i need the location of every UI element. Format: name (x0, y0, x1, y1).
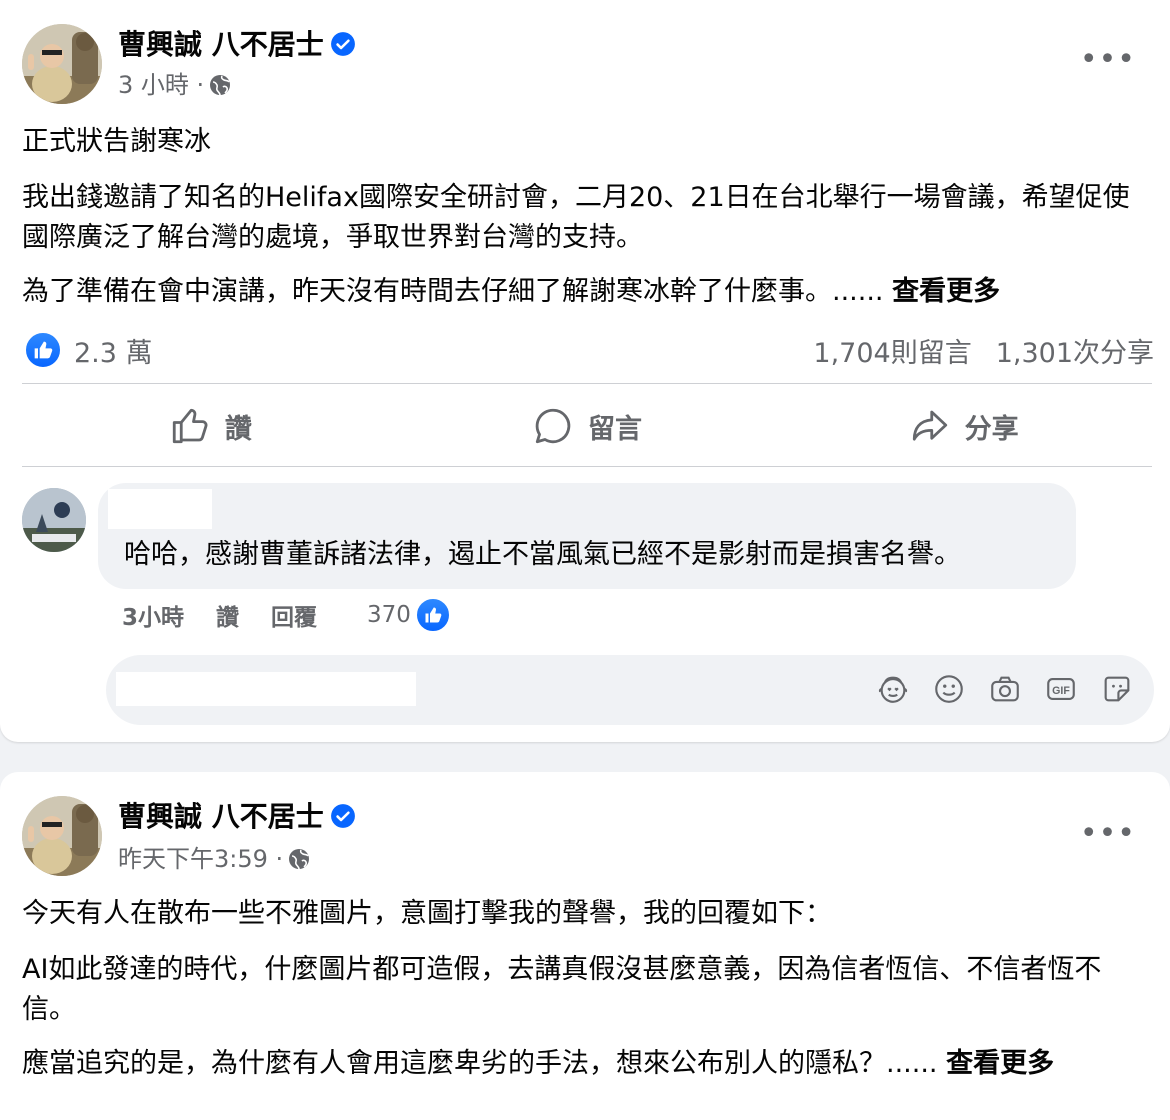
comment-reply-button[interactable]: 回覆 (271, 598, 317, 632)
post-paragraph: 應當追究的是，為什麼有人會用這麼卑劣的手法，想來公布別人的隱私？...... (22, 1048, 938, 1079)
comment-bubble-icon (535, 408, 571, 444)
verified-badge-icon (330, 32, 355, 56)
more-options-icon[interactable]: ••• (1080, 819, 1136, 849)
post-card: 曹興誠 八不居士 昨天下午3:59 · ••• 今天有人在散布一些不雅圖片，意圖… (0, 772, 1170, 1120)
post-paragraph: 我出錢邀請了知名的Helifax國際安全研討會，二月20、21日在台北舉行一場會… (22, 182, 1130, 253)
comment-meta: 3小時 讚 回覆 370 (122, 597, 451, 633)
divider (22, 383, 1152, 384)
see-more-link[interactable]: 查看更多 (892, 276, 1000, 307)
author-name[interactable]: 曹興誠 八不居士 (118, 800, 324, 833)
composer-tools: GIF (876, 672, 1134, 706)
post-timestamp[interactable]: 3 小時 · (118, 71, 204, 99)
commenter-avatar[interactable] (22, 488, 86, 552)
more-options-icon[interactable]: ••• (1080, 45, 1136, 75)
post-paragraph-last: 為了準備在會中演講，昨天沒有時間去仔細了解謝寒冰幹了什麼事。...... 查看更… (22, 272, 1152, 312)
post-card: 曹興誠 八不居士 3 小時 · ••• 正式狀告謝寒冰 我出錢邀請了知名的Hel… (0, 0, 1170, 742)
globe-icon (210, 75, 231, 96)
comment-like-button[interactable]: 讚 (216, 598, 239, 632)
post-paragraph: AI如此發達的時代，什麼圖片都可造假，去講真假沒甚麼意義，因為信者恆信、不信者恆… (22, 954, 1102, 1025)
post-author[interactable]: 曹興誠 八不居士 (118, 800, 356, 834)
verified-badge-icon (330, 804, 355, 828)
gif-icon[interactable]: GIF (1044, 672, 1078, 706)
thumbs-up-icon (172, 408, 208, 444)
avatar-sticker-icon[interactable] (876, 672, 910, 706)
post-timestamp[interactable]: 昨天下午3:59 · (118, 845, 283, 873)
post-meta: 3 小時 · (118, 70, 232, 100)
author-name[interactable]: 曹興誠 八不居士 (118, 28, 324, 61)
post-paragraph-last: 應當追究的是，為什麼有人會用這麼卑劣的手法，想來公布別人的隱私？...... 查… (22, 1044, 1152, 1084)
comments-count-link[interactable]: 1,704則留言 (813, 331, 971, 370)
globe-icon (289, 849, 310, 870)
post-author[interactable]: 曹興誠 八不居士 (118, 28, 356, 62)
redacted-commenter-name (108, 489, 212, 529)
like-reaction-icon (24, 331, 62, 369)
comment-label: 留言 (588, 413, 642, 445)
reactions-summary[interactable]: 2.3 萬 (24, 330, 153, 370)
post-meta: 昨天下午3:59 · (118, 844, 311, 874)
camera-icon[interactable] (988, 672, 1022, 706)
post-paragraph: 正式狀告謝寒冰 (22, 126, 211, 157)
like-reaction-icon[interactable] (414, 597, 451, 633)
comment-timestamp[interactable]: 3小時 (122, 598, 184, 632)
comment-button[interactable]: 留言 (399, 396, 776, 456)
sticker-icon[interactable] (1100, 672, 1134, 706)
post-action-bar: 讚 留言 分享 (22, 396, 1152, 456)
emoji-icon[interactable] (932, 672, 966, 706)
author-avatar[interactable] (22, 24, 102, 104)
comment-like-count: 370 (367, 602, 411, 628)
like-button[interactable]: 讚 (22, 396, 399, 456)
comment-input[interactable] (120, 668, 420, 708)
divider (22, 466, 1152, 467)
share-arrow-icon (912, 410, 947, 441)
post-paragraph: 為了準備在會中演講，昨天沒有時間去仔細了解謝寒冰幹了什麼事。...... (22, 276, 884, 307)
author-avatar[interactable] (22, 796, 102, 876)
shares-count-link[interactable]: 1,301次分享 (996, 331, 1154, 370)
share-button[interactable]: 分享 (775, 396, 1152, 456)
post-paragraph: 今天有人在散布一些不雅圖片，意圖打擊我的聲譽，我的回覆如下： (22, 898, 832, 929)
see-more-link[interactable]: 查看更多 (946, 1048, 1054, 1079)
svg-text:GIF: GIF (1052, 685, 1070, 697)
comment-text: 哈哈，感謝曹董訴諸法律，遏止不當風氣已經不是影射而是損害名譽。 (124, 539, 961, 570)
share-label: 分享 (964, 413, 1019, 445)
engagement-stats: 1,704則留言 1,301次分享 (813, 330, 1154, 370)
reaction-count: 2.3 萬 (74, 337, 153, 369)
like-label: 讚 (224, 413, 252, 445)
